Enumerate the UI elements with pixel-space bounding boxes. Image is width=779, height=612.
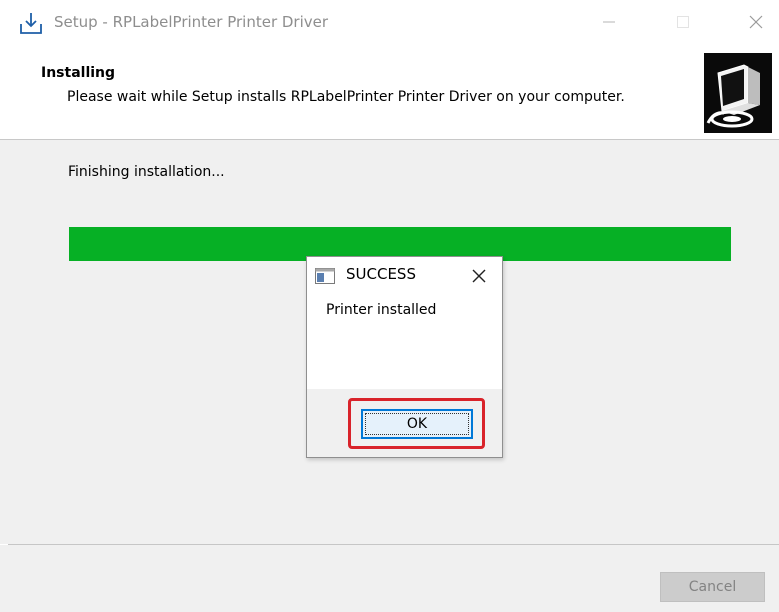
install-status-text: Finishing installation... — [68, 164, 225, 180]
window-title: Setup - RPLabelPrinter Printer Driver — [54, 13, 329, 31]
success-dialog: SUCCESS Printer installed OK — [306, 256, 503, 458]
close-button[interactable] — [733, 4, 779, 40]
page-title: Installing — [41, 65, 116, 81]
installer-computer-logo — [704, 53, 772, 133]
maximize-button[interactable] — [660, 4, 706, 40]
focus-rectangle — [365, 413, 469, 435]
application-window-icon — [315, 268, 335, 284]
dialog-titlebar: SUCCESS — [307, 257, 502, 293]
ok-button[interactable]: OK — [361, 409, 473, 439]
minimize-button[interactable] — [586, 4, 632, 40]
close-icon — [749, 15, 763, 29]
maximize-icon — [677, 16, 689, 28]
dialog-title: SUCCESS — [346, 265, 416, 283]
setup-installer-icon — [20, 13, 42, 34]
wizard-footer: Cancel — [0, 545, 779, 612]
window-titlebar: Setup - RPLabelPrinter Printer Driver — [0, 0, 779, 48]
page-subtitle: Please wait while Setup installs RPLabel… — [67, 89, 625, 105]
cancel-button[interactable]: Cancel — [660, 572, 765, 602]
dialog-message: Printer installed — [326, 302, 437, 318]
minimize-icon — [603, 21, 615, 23]
wizard-header: Installing Please wait while Setup insta… — [0, 48, 779, 140]
close-icon[interactable] — [469, 266, 489, 286]
